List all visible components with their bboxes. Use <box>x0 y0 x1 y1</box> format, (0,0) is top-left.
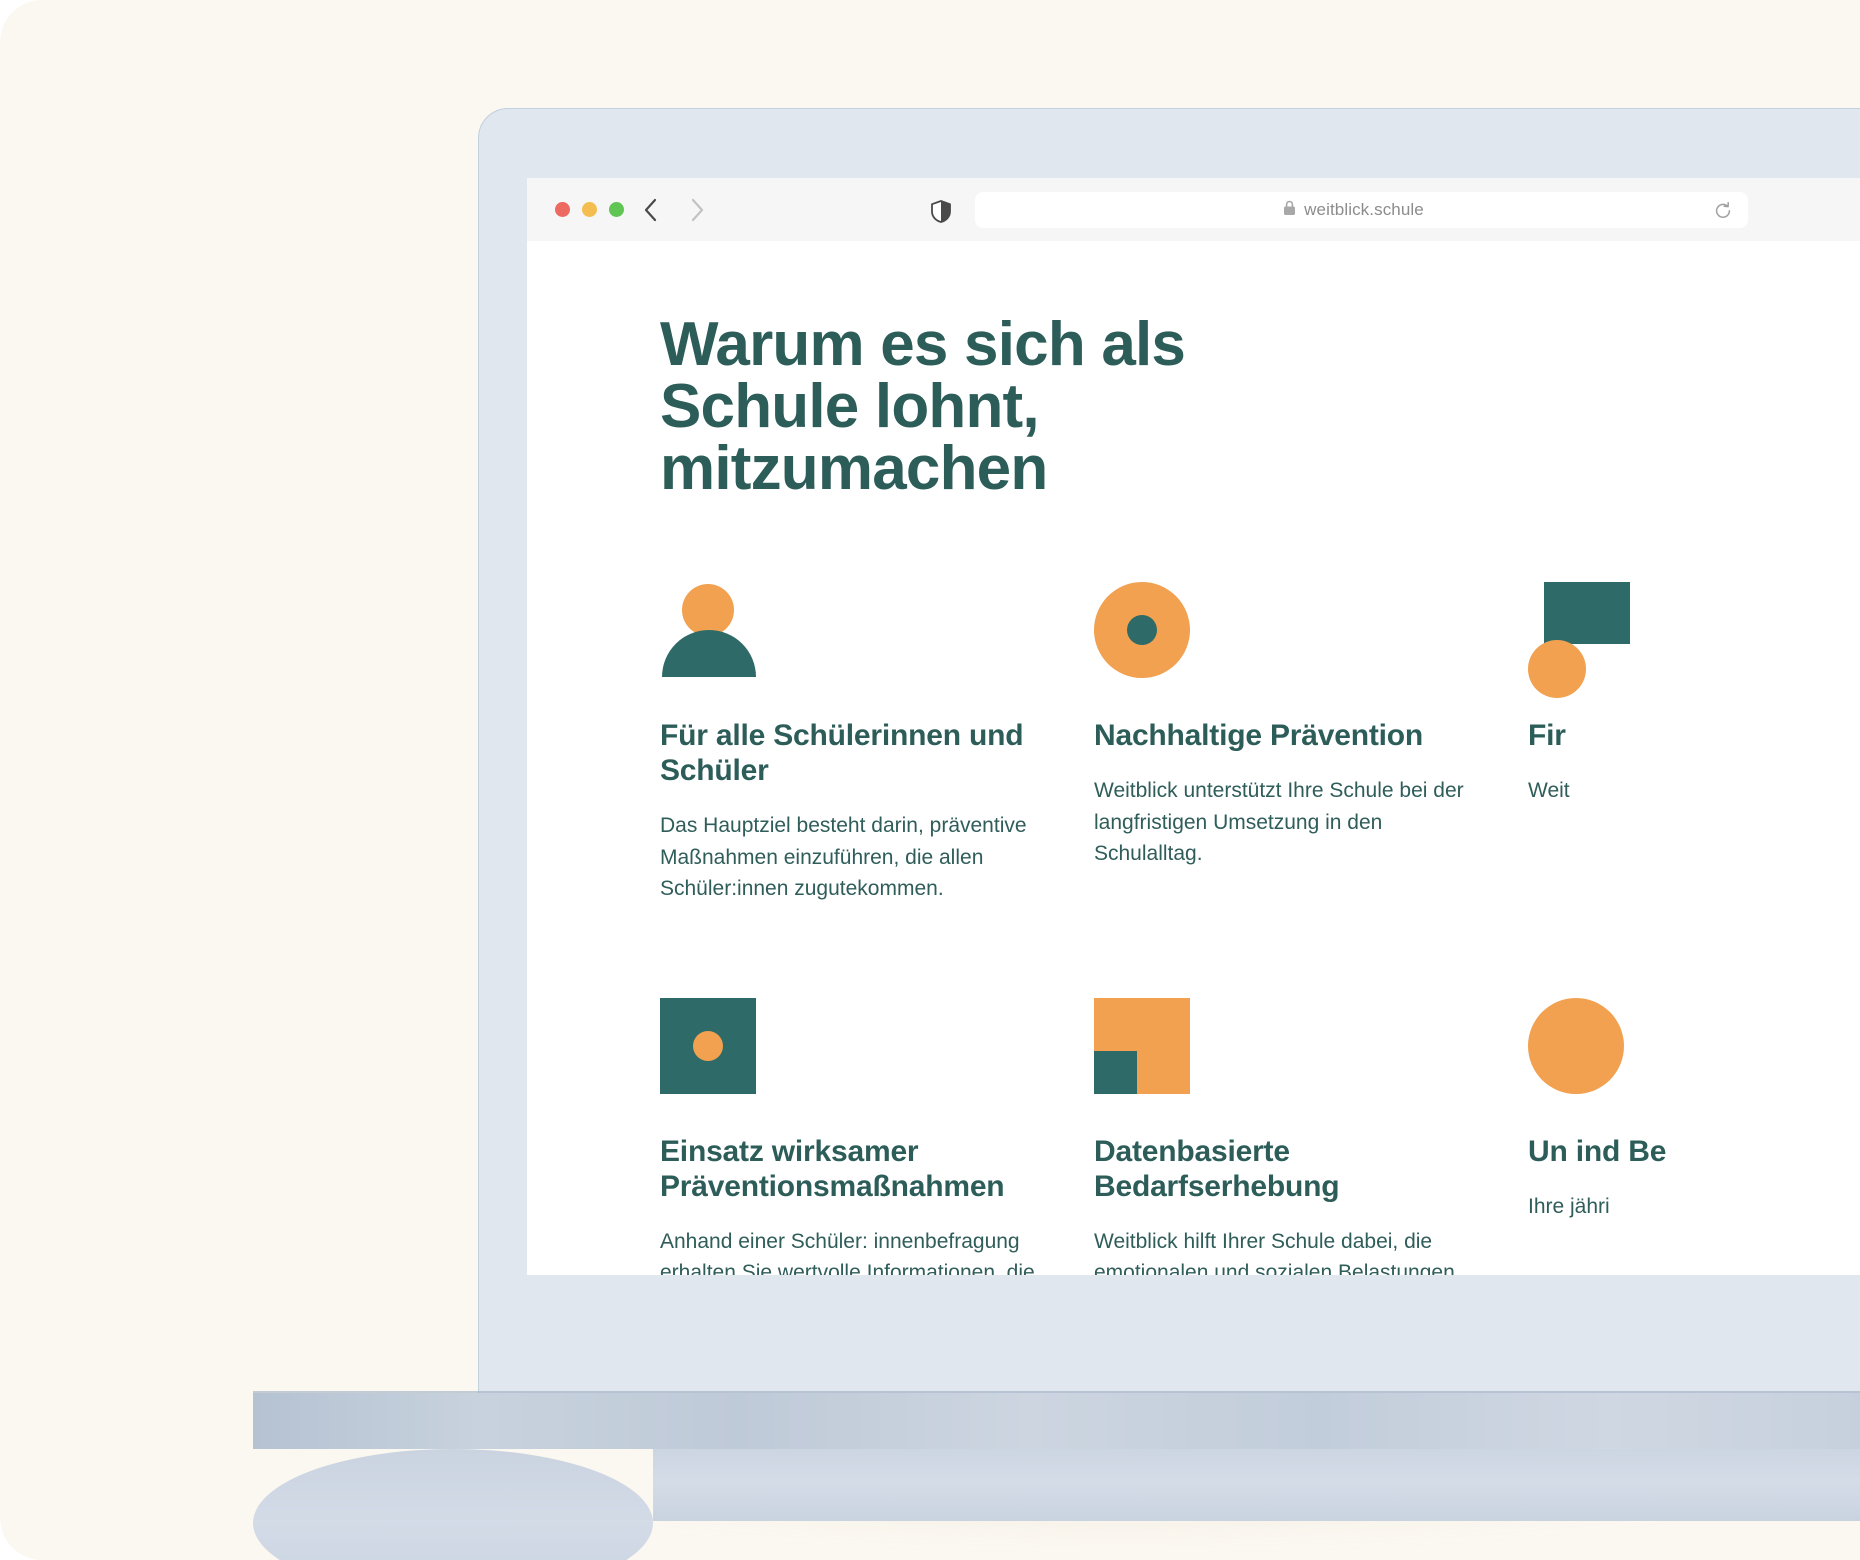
benefit-card: Einsatz wirksamer Präventionsmaßnahmen A… <box>660 997 1052 1275</box>
teal-square-dot-icon <box>660 997 760 1098</box>
forward-icon[interactable] <box>685 196 711 224</box>
stack-square-shape <box>1544 582 1630 644</box>
url-text: weitblick.schule <box>1304 200 1424 219</box>
laptop-lip-curve <box>253 1449 653 1560</box>
benefit-card-text: Weitblick hilft Ihrer Schule dabei, die … <box>1094 1229 1455 1275</box>
minimize-window-button[interactable] <box>582 202 597 217</box>
webpage-content: Warum es sich als Schule lohnt, mitzumac… <box>527 241 1860 1275</box>
orange-circle-shape <box>1528 997 1624 1094</box>
zoom-window-button[interactable] <box>609 202 624 217</box>
benefit-card-text: Weit <box>1528 779 1570 803</box>
benefit-card-text: Weitblick unterstützt Ihre Schule bei de… <box>1094 779 1464 866</box>
navigation-buttons[interactable] <box>637 196 711 224</box>
orange-circle-icon <box>1528 997 1628 1098</box>
stack-circle-shape <box>1528 640 1586 698</box>
benefit-card-title: Für alle Schülerinnen und Schüler <box>660 719 1024 788</box>
donut-inner-shape <box>1127 615 1157 645</box>
benefit-card: Datenbasierte Bedarfserhebung Weitblick … <box>1094 997 1486 1275</box>
person-body-shape <box>662 630 756 677</box>
benefit-card-text: Anhand einer Schüler: innenbefragung erh… <box>660 1229 1035 1275</box>
close-window-button[interactable] <box>555 202 570 217</box>
benefit-card: Un ind Be Ihre jähri <box>1528 997 1860 1275</box>
laptop-mockup: weitblick.schule Warum es sich als Schul… <box>0 0 1860 1560</box>
person-icon <box>660 582 760 682</box>
lock-icon <box>1283 200 1296 221</box>
content-container: Warum es sich als Schule lohnt, mitzumac… <box>660 241 1860 1275</box>
screenshot-canvas: weitblick.schule Warum es sich als Schul… <box>0 0 1860 1560</box>
window-controls[interactable] <box>555 202 624 217</box>
benefit-card-text: Das Hauptziel besteht darin, präventive … <box>660 814 1027 901</box>
benefit-card-title: Nachhaltige Prävention <box>1094 719 1424 752</box>
teal-corner-shape <box>1094 1050 1137 1094</box>
benefit-card: Fir Weit <box>1528 582 1860 905</box>
donut-icon <box>1094 582 1194 682</box>
square-circle-stack-icon <box>1528 582 1630 698</box>
url-bar[interactable]: weitblick.schule <box>975 192 1748 228</box>
page-title: Warum es sich als Schule lohnt, mitzumac… <box>660 310 1186 503</box>
benefit-card-text: Ihre jähri <box>1528 1194 1610 1218</box>
browser-toolbar: weitblick.schule <box>527 178 1860 242</box>
laptop-base <box>253 1393 1860 1451</box>
shield-icon[interactable] <box>931 200 951 223</box>
benefit-card: Für alle Schülerinnen und Schüler Das Ha… <box>660 582 1052 905</box>
benefit-card-title: Fir <box>1528 719 1566 752</box>
orange-dot-shape <box>693 1030 723 1061</box>
benefits-grid: Für alle Schülerinnen und Schüler Das Ha… <box>660 582 1860 1275</box>
benefit-card-title: Datenbasierte Bedarfserhebung <box>1094 1134 1340 1203</box>
person-head-shape <box>682 584 734 636</box>
url-display: weitblick.schule <box>1283 200 1424 221</box>
orange-square-corner-icon <box>1094 997 1194 1098</box>
back-icon[interactable] <box>637 196 663 224</box>
browser-window: weitblick.schule Warum es sich als Schul… <box>527 178 1860 1275</box>
benefit-card-title: Einsatz wirksamer Präventionsmaßnahmen <box>660 1134 1005 1203</box>
reload-icon[interactable] <box>1712 200 1734 222</box>
benefit-card-title: Un ind Be <box>1528 1134 1667 1168</box>
benefit-card: Nachhaltige Prävention Weitblick unterst… <box>1094 582 1486 905</box>
